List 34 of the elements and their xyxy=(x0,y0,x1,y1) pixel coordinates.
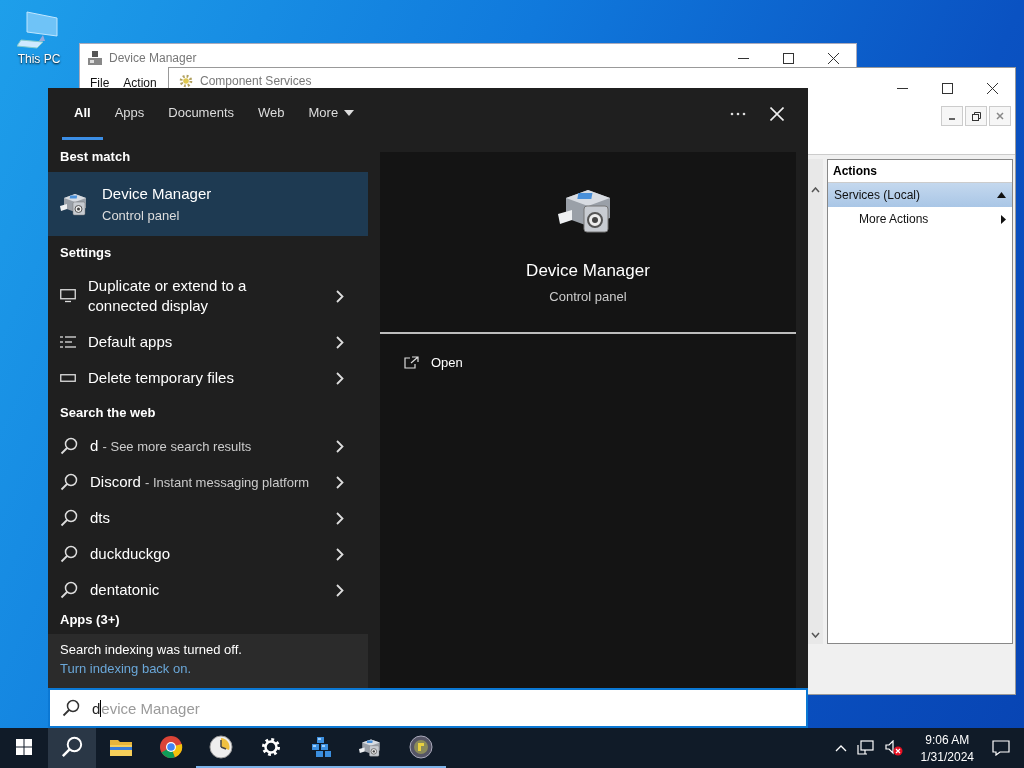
filter-tab[interactable]: Documents xyxy=(156,88,246,140)
indexing-link[interactable]: Turn indexing back on. xyxy=(60,661,192,676)
settings-result[interactable]: Duplicate or extend to a connected display xyxy=(88,276,268,316)
menu-item[interactable]: Action xyxy=(123,76,157,90)
clock-date[interactable]: 1/31/2024 xyxy=(920,749,974,764)
result-title: Device Manager xyxy=(102,185,212,202)
window-title: Component Services xyxy=(200,74,312,88)
filter-tab[interactable]: All xyxy=(62,88,103,140)
filter-tab[interactable]: More xyxy=(296,88,367,140)
actions-pane-entry[interactable]: More Actions xyxy=(828,207,1012,231)
filter-tab[interactable]: Web xyxy=(246,88,297,140)
actions-pane-entry[interactable]: Services (Local) xyxy=(828,183,1012,207)
web-search-result[interactable]: duckduckgo xyxy=(90,544,324,564)
web-search-result[interactable]: dts xyxy=(90,508,324,528)
settings-result[interactable]: Default apps xyxy=(88,332,324,352)
web-search-result[interactable]: d - See more search results xyxy=(90,435,324,457)
result-subtitle: Control panel xyxy=(102,208,181,223)
menu-item[interactable]: File xyxy=(90,76,110,90)
filter-tab[interactable]: Apps xyxy=(102,88,157,140)
section-heading: Settings xyxy=(59,243,113,262)
section-heading: Search the web xyxy=(59,403,157,422)
search-field[interactable]: device Manager xyxy=(48,688,808,728)
preview-subtitle: Control panel xyxy=(549,289,627,304)
section-heading: Apps (3+) xyxy=(59,611,121,629)
notice-text: Search indexing was turned off. xyxy=(60,642,243,657)
best-match-result[interactable]: Device Manager Control panel xyxy=(48,172,368,236)
preview-title: Device Manager xyxy=(526,261,650,281)
web-search-result[interactable]: dentatonic xyxy=(90,580,324,600)
web-search-result[interactable]: Discord - Instant messaging platform xyxy=(90,471,324,493)
window-title: Device Manager xyxy=(109,51,197,65)
section-heading: Best match xyxy=(59,147,132,166)
clock-time[interactable]: 9:06 AM xyxy=(925,732,970,747)
open-action[interactable]: Open xyxy=(431,354,463,370)
settings-result[interactable]: Delete temporary files xyxy=(88,368,324,388)
